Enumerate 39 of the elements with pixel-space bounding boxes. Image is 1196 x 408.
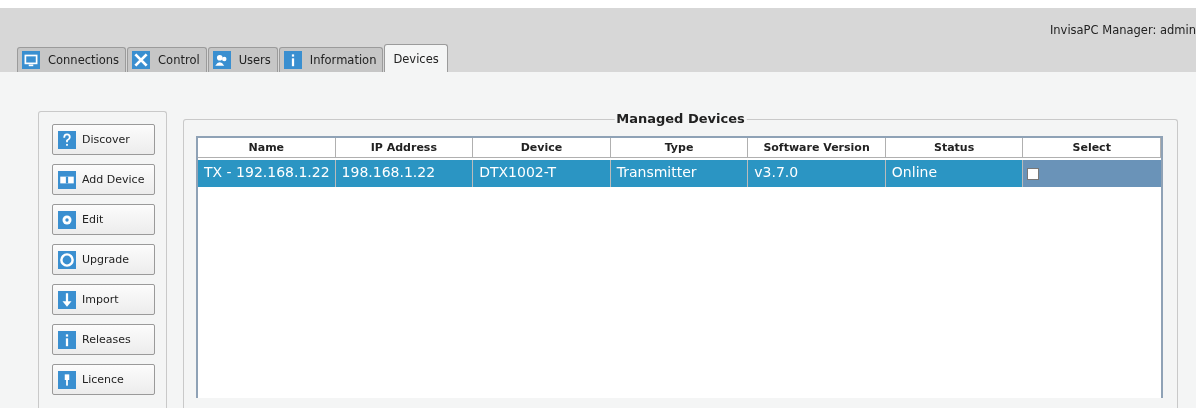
key-icon bbox=[58, 370, 76, 389]
action-button[interactable]: Edit bbox=[52, 204, 155, 235]
action-button[interactable]: Add Device bbox=[52, 164, 155, 195]
table-cell: v3.7.0 bbox=[748, 160, 886, 187]
tab[interactable]: Information bbox=[278, 47, 384, 72]
table-cell: Online bbox=[885, 160, 1024, 187]
monitor-icon bbox=[22, 51, 40, 69]
column-header[interactable]: Select bbox=[1023, 138, 1161, 158]
tab[interactable]: Devices bbox=[384, 44, 448, 72]
column-header[interactable]: Type bbox=[610, 138, 749, 158]
table-cell: DTX1002-T bbox=[473, 160, 611, 187]
tools-icon bbox=[132, 51, 151, 69]
group-title: Managed Devices bbox=[614, 111, 747, 126]
cycle-icon bbox=[58, 250, 76, 269]
action-button[interactable]: Releases bbox=[52, 324, 155, 355]
users-icon bbox=[212, 51, 231, 69]
column-header[interactable]: Device bbox=[473, 138, 611, 158]
download-icon bbox=[58, 290, 76, 309]
help-icon bbox=[58, 130, 76, 149]
info-icon bbox=[58, 330, 76, 349]
tab[interactable]: Control bbox=[127, 47, 207, 72]
column-header[interactable]: Name bbox=[198, 138, 336, 158]
action-button[interactable]: Import bbox=[52, 284, 155, 315]
action-button[interactable]: Upgrade bbox=[52, 244, 155, 275]
info-icon bbox=[283, 51, 302, 69]
table-cell: 198.168.1.22 bbox=[335, 160, 474, 187]
settings-icon bbox=[58, 210, 76, 229]
select-checkbox[interactable] bbox=[1027, 167, 1040, 180]
tab[interactable]: Users bbox=[207, 47, 278, 72]
action-button[interactable]: Licence bbox=[52, 364, 155, 395]
device-icon bbox=[58, 170, 76, 189]
column-header[interactable]: Status bbox=[885, 138, 1024, 158]
window-title: InvisaPC Manager: admin bbox=[1049, 23, 1196, 37]
column-header[interactable]: IP Address bbox=[335, 138, 474, 158]
column-header[interactable]: Software Version bbox=[748, 138, 886, 158]
tab[interactable]: Connections bbox=[17, 47, 127, 72]
table-cell: Transmitter bbox=[610, 160, 749, 187]
table-cell: TX - 192.168.1.22 bbox=[198, 160, 336, 187]
action-button[interactable]: Discover bbox=[52, 124, 155, 155]
